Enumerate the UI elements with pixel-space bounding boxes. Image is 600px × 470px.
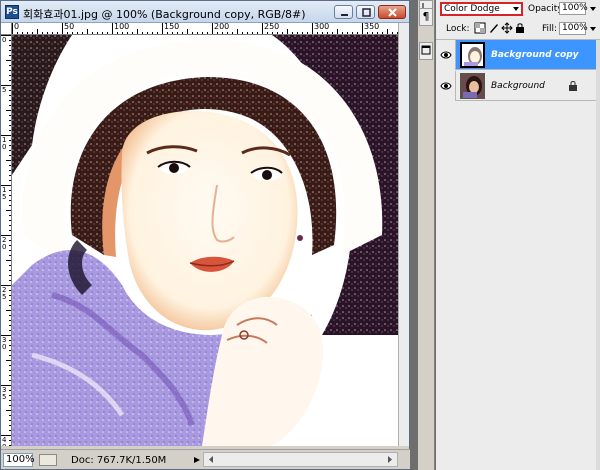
portrait-image <box>12 35 398 446</box>
layer-name[interactable]: Background copy <box>491 50 579 60</box>
ruler-label: 1 5 <box>2 186 7 201</box>
status-bar: 100% Doc: 767.7K/1.50M <box>1 449 411 469</box>
chevron-down-icon <box>513 7 519 11</box>
layer-name[interactable]: Background <box>491 81 545 91</box>
scroll-left-icon[interactable] <box>205 453 217 466</box>
blend-mode-value: Color Dodge <box>444 4 500 14</box>
lock-position-icon[interactable] <box>501 22 513 34</box>
minimize-button[interactable] <box>334 5 353 19</box>
ruler-label: 250 <box>264 23 280 31</box>
visibility-toggle[interactable] <box>436 40 456 70</box>
ruler-label: 350 <box>364 23 380 31</box>
ruler-label: 200 <box>214 23 230 31</box>
maximize-button[interactable] <box>356 5 375 19</box>
lock-image-icon[interactable] <box>488 22 500 34</box>
photoshop-app-icon: Ps <box>5 5 19 19</box>
scroll-right-icon[interactable] <box>384 453 396 466</box>
zoom-level-field[interactable]: 100% <box>3 453 35 467</box>
vertical-scrollbar[interactable] <box>398 23 409 446</box>
ruler-label: 100 <box>114 23 130 31</box>
paragraph-icon[interactable]: ¶ <box>419 8 433 26</box>
lock-transparency-icon[interactable] <box>474 22 486 34</box>
fill-field[interactable]: 100% <box>559 22 588 35</box>
ruler-label: 5 <box>2 86 7 94</box>
opacity-dropdown-icon[interactable] <box>590 7 596 11</box>
status-info-icon[interactable] <box>39 454 57 466</box>
vertical-ruler[interactable]: 0 5 1 0 1 5 2 0 2 5 3 0 3 5 4 0 <box>1 35 12 446</box>
document-title: 회화효과01.jpg @ 100% (Background copy, RGB/… <box>23 8 306 21</box>
ruler-label: 50 <box>64 23 75 31</box>
layers-scrollbar[interactable] <box>596 40 600 470</box>
ruler-label: 3 5 <box>2 386 7 401</box>
layers-options: Color Dodge Opacity: 100% Lock: Fill: 10… <box>436 0 600 40</box>
lock-icon <box>569 81 577 91</box>
document-window: Ps 회화효과01.jpg @ 100% (Background copy, R… <box>0 0 411 470</box>
layer-thumbnail <box>460 42 485 68</box>
ruler-label: 2 0 <box>2 236 7 251</box>
ruler-label: 2 5 <box>2 286 7 301</box>
layer-thumbnail <box>460 73 485 99</box>
fill-dropdown-icon[interactable] <box>590 27 596 31</box>
visibility-toggle[interactable] <box>436 71 456 101</box>
lock-label: Lock: <box>446 24 470 34</box>
panel-dock-strip: ¶ <box>418 0 435 470</box>
image-canvas[interactable] <box>12 35 398 446</box>
horizontal-ruler[interactable]: 050100150200250300350400450 <box>12 23 398 35</box>
ruler-label: 150 <box>164 23 180 31</box>
lock-all-icon[interactable] <box>514 22 526 34</box>
layer-row-background[interactable]: Background <box>436 71 596 101</box>
ruler-label: 1 0 <box>2 136 7 151</box>
maximize-icon <box>362 8 371 17</box>
ruler-label: 300 <box>314 23 330 31</box>
eye-icon <box>440 82 452 90</box>
eye-icon <box>440 51 452 59</box>
ruler-label: 4 0 <box>2 436 7 447</box>
opacity-field[interactable]: 100% <box>559 2 588 15</box>
title-bar[interactable]: Ps 회화효과01.jpg @ 100% (Background copy, R… <box>1 1 409 23</box>
layers-panel: Color Dodge Opacity: 100% Lock: Fill: 10… <box>436 0 600 470</box>
blend-mode-select[interactable]: Color Dodge <box>440 2 523 16</box>
ruler-origin[interactable] <box>1 23 12 35</box>
close-icon <box>388 8 397 17</box>
status-menu-arrow-icon[interactable] <box>193 456 201 464</box>
close-button[interactable] <box>378 5 406 19</box>
ruler-label: 3 0 <box>2 336 7 351</box>
document-size-info: Doc: 767.7K/1.50M <box>71 455 167 466</box>
fill-label: Fill: <box>542 24 558 34</box>
workspace-gap <box>410 0 418 470</box>
minimize-icon <box>341 14 348 16</box>
ruler-label: 0 <box>14 23 20 31</box>
layer-row-background-copy[interactable]: Background copy <box>436 40 596 70</box>
photoshop-workspace: Ps 회화효과01.jpg @ 100% (Background copy, R… <box>0 0 600 470</box>
panel-icon[interactable] <box>419 42 433 60</box>
ruler-label: 0 <box>2 36 7 44</box>
horizontal-scrollbar[interactable] <box>203 452 398 467</box>
